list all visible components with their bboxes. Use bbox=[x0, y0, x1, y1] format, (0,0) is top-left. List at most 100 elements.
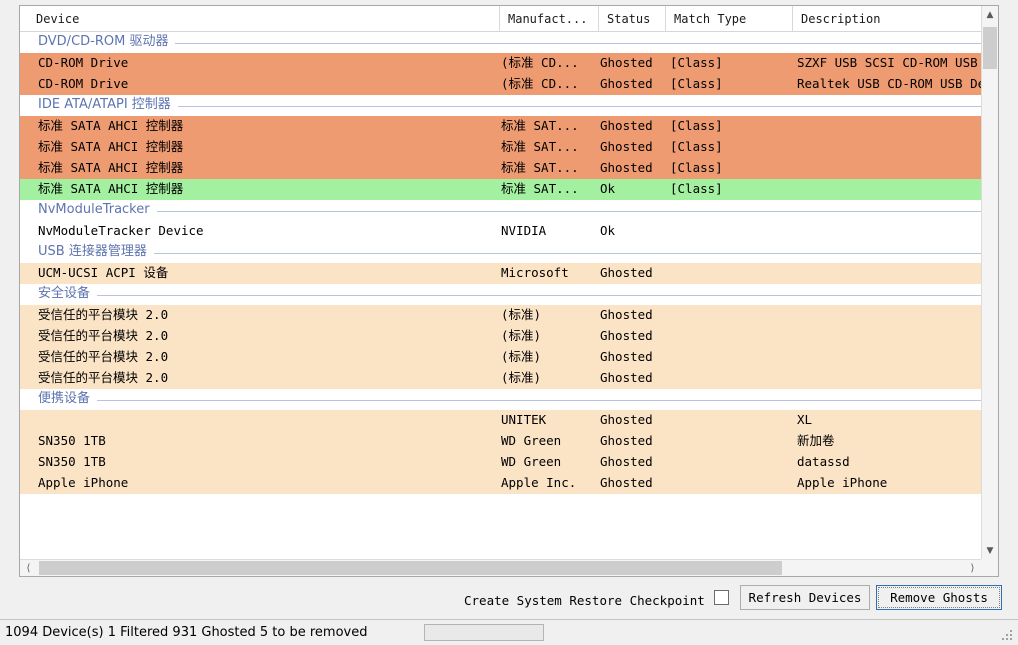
horizontal-scrollbar-thumb[interactable] bbox=[39, 561, 782, 575]
cell-match_type bbox=[668, 347, 790, 368]
cell-manufacturer: (标准) bbox=[501, 370, 542, 385]
status-bar: 1094 Device(s) 1 Filtered 931 Ghosted 5 … bbox=[0, 619, 1018, 645]
group-header-label: 安全设备 bbox=[38, 284, 98, 305]
table-row[interactable]: 标准 SATA AHCI 控制器 标准 SAT... Ghosted [Class] bbox=[20, 116, 981, 137]
cell-match_type: [Class] bbox=[670, 55, 723, 70]
table-row[interactable]: SN350 1TB WD Green Ghosted datassd bbox=[20, 452, 981, 473]
table-row[interactable]: 标准 SATA AHCI 控制器 标准 SAT... Ok [Class] bbox=[20, 179, 981, 200]
cell-status: Ghosted bbox=[600, 307, 653, 322]
cell-description: datassd bbox=[797, 454, 850, 469]
cell-match_type: [Class] bbox=[670, 139, 723, 154]
horizontal-scrollbar[interactable]: ⟨ ⟩ bbox=[20, 559, 981, 576]
cell-device: 标准 SATA AHCI 控制器 bbox=[38, 118, 184, 133]
group-divider-line bbox=[38, 253, 981, 254]
table-row[interactable]: UNITEK Ghosted XL bbox=[20, 410, 981, 431]
table-row[interactable]: NvModuleTracker Device NVIDIA Ok bbox=[20, 221, 981, 242]
table-row[interactable]: CD-ROM Drive (标准 CD... Ghosted [Class] Realt… bbox=[20, 74, 981, 95]
cell-description bbox=[795, 305, 981, 326]
cell-status: Ghosted bbox=[600, 265, 653, 280]
column-header-manufacturer[interactable]: Manufact... bbox=[499, 6, 598, 32]
cell-match_type bbox=[668, 452, 790, 473]
cell-device: SN350 1TB bbox=[38, 454, 106, 469]
column-header-match_type[interactable]: Match Type bbox=[665, 6, 792, 32]
group-divider-line bbox=[38, 295, 981, 296]
cell-match_type: [Class] bbox=[670, 160, 723, 175]
group-header-label: IDE ATA/ATAPI 控制器 bbox=[38, 95, 178, 116]
device-list-view[interactable]: Device Manufact... Status Match Type Descrip… bbox=[19, 5, 999, 577]
cell-status: Ghosted bbox=[600, 349, 653, 364]
table-row[interactable]: 受信任的平台模块 2.0 (标准) Ghosted bbox=[20, 326, 981, 347]
device-cleanup-window: Device Manufact... Status Match Type Descrip… bbox=[0, 0, 1018, 645]
cell-match_type bbox=[668, 263, 790, 284]
cell-match_type bbox=[668, 326, 790, 347]
cell-manufacturer: WD Green bbox=[501, 454, 562, 469]
remove-ghosts-button-label: Remove Ghosts bbox=[890, 590, 988, 605]
resize-grip-icon[interactable] bbox=[1002, 630, 1014, 642]
cell-manufacturer: (标准) bbox=[501, 349, 542, 364]
cell-status: Ghosted bbox=[600, 139, 653, 154]
column-header-description[interactable]: Description bbox=[792, 6, 998, 32]
table-row[interactable]: SN350 1TB WD Green Ghosted 新加卷 bbox=[20, 431, 981, 452]
device-group-header: DVD/CD-ROM 驱动器 bbox=[20, 32, 981, 53]
group-header-label: USB 连接器管理器 bbox=[38, 242, 154, 263]
cell-manufacturer: WD Green bbox=[501, 433, 562, 448]
vertical-scrollbar[interactable]: ▲ ▼ bbox=[981, 6, 998, 559]
chevron-up-icon[interactable]: ▲ bbox=[982, 6, 998, 23]
group-divider-line bbox=[38, 211, 981, 212]
cell-device: CD-ROM Drive bbox=[38, 55, 129, 70]
cell-status: Ghosted bbox=[600, 454, 653, 469]
cell-description bbox=[795, 263, 981, 284]
cell-device: 受信任的平台模块 2.0 bbox=[38, 307, 169, 322]
table-row[interactable]: UCM-UCSI ACPI 设备 Microsoft Ghosted bbox=[20, 263, 981, 284]
cell-manufacturer: (标准 CD... bbox=[501, 76, 579, 91]
cell-manufacturer: Microsoft bbox=[501, 265, 569, 280]
cell-description bbox=[795, 347, 981, 368]
cell-status: Ghosted bbox=[600, 433, 653, 448]
chevron-left-icon[interactable]: ⟨ bbox=[20, 560, 37, 576]
column-header-device[interactable]: Device bbox=[28, 6, 499, 32]
group-header-label: NvModuleTracker bbox=[38, 200, 157, 221]
device-group-header: 安全设备 bbox=[20, 284, 981, 305]
group-divider-line bbox=[38, 106, 981, 107]
cell-status: Ghosted bbox=[600, 76, 653, 91]
create-restore-checkpoint-checkbox[interactable] bbox=[714, 590, 729, 605]
cell-device: CD-ROM Drive bbox=[38, 76, 129, 91]
table-row[interactable]: 受信任的平台模块 2.0 (标准) Ghosted bbox=[20, 305, 981, 326]
table-row[interactable]: 标准 SATA AHCI 控制器 标准 SAT... Ghosted [Class] bbox=[20, 158, 981, 179]
column-header-status[interactable]: Status bbox=[598, 6, 665, 32]
cell-match_type: [Class] bbox=[670, 76, 723, 91]
cell-description bbox=[795, 326, 981, 347]
device-group-header: NvModuleTracker bbox=[20, 200, 981, 221]
table-row[interactable]: 受信任的平台模块 2.0 (标准) Ghosted bbox=[20, 347, 981, 368]
refresh-devices-button[interactable]: Refresh Devices bbox=[740, 585, 870, 610]
table-row[interactable]: CD-ROM Drive (标准 CD... Ghosted [Class] SZXF … bbox=[20, 53, 981, 74]
vertical-scrollbar-thumb[interactable] bbox=[983, 27, 997, 69]
device-group-header: 便携设备 bbox=[20, 389, 981, 410]
cell-device bbox=[36, 410, 498, 431]
cell-match_type bbox=[668, 305, 790, 326]
cell-device: 标准 SATA AHCI 控制器 bbox=[38, 181, 184, 196]
cell-device: SN350 1TB bbox=[38, 433, 106, 448]
cell-device: 受信任的平台模块 2.0 bbox=[38, 349, 169, 364]
table-row[interactable]: Apple iPhone Apple Inc. Ghosted Apple iPhon… bbox=[20, 473, 981, 494]
table-row[interactable]: 标准 SATA AHCI 控制器 标准 SAT... Ghosted [Class] bbox=[20, 137, 981, 158]
cell-manufacturer: UNITEK bbox=[501, 412, 547, 427]
cell-description bbox=[795, 368, 981, 389]
cell-device: UCM-UCSI ACPI 设备 bbox=[38, 265, 169, 280]
cell-status: Ghosted bbox=[600, 118, 653, 133]
cell-match_type bbox=[668, 473, 790, 494]
chevron-down-icon[interactable]: ▼ bbox=[982, 542, 998, 559]
table-row[interactable]: 受信任的平台模块 2.0 (标准) Ghosted bbox=[20, 368, 981, 389]
chevron-right-icon[interactable]: ⟩ bbox=[964, 560, 981, 576]
group-divider-line bbox=[38, 43, 981, 44]
group-header-label: DVD/CD-ROM 驱动器 bbox=[38, 32, 176, 53]
cell-manufacturer: Apple Inc. bbox=[501, 475, 577, 490]
cell-match_type bbox=[668, 368, 790, 389]
create-restore-checkpoint-label: Create System Restore Checkpoint bbox=[464, 593, 705, 608]
cell-manufacturer: NVIDIA bbox=[501, 223, 547, 238]
table-header-row: Device Manufact... Status Match Type Descrip… bbox=[20, 6, 998, 32]
group-divider-line bbox=[38, 400, 981, 401]
cell-description bbox=[795, 158, 981, 179]
cell-device: 受信任的平台模块 2.0 bbox=[38, 328, 169, 343]
remove-ghosts-button[interactable]: Remove Ghosts bbox=[876, 585, 1002, 610]
